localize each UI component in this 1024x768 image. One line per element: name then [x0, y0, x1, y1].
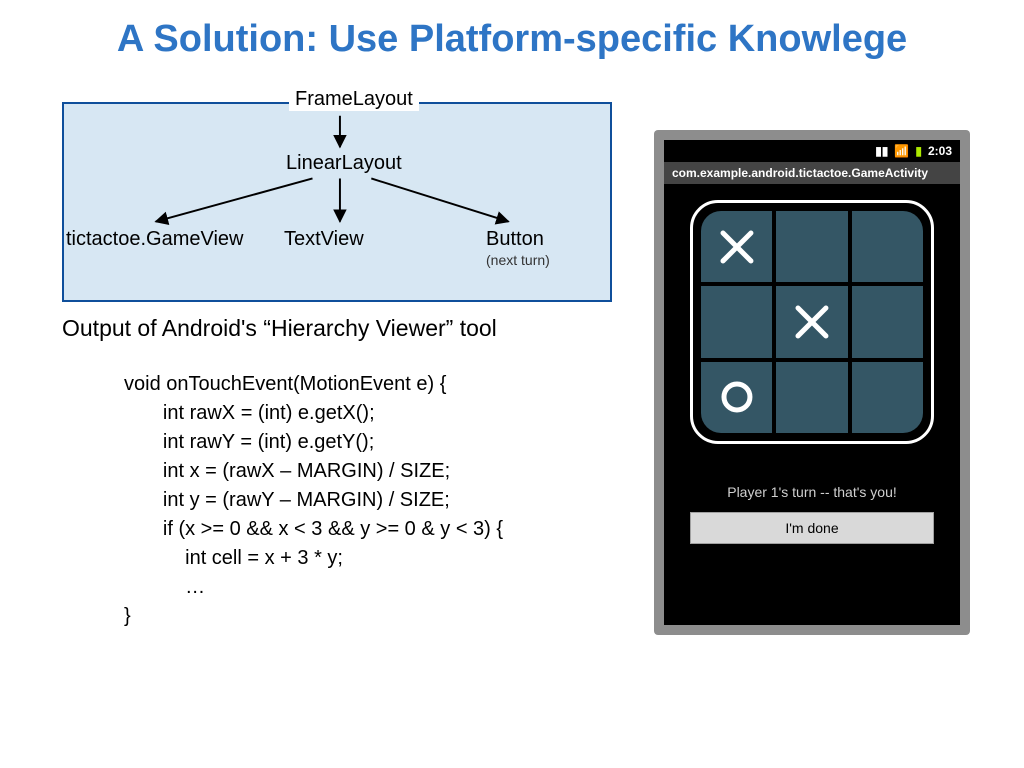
- signal-icon: 📶: [894, 144, 909, 158]
- cell-1-0[interactable]: [701, 286, 772, 357]
- status-time: 2:03: [928, 144, 952, 158]
- code-snippet: void onTouchEvent(MotionEvent e) { int r…: [124, 370, 503, 631]
- node-linearlayout: LinearLayout: [286, 152, 402, 175]
- cell-1-1[interactable]: [776, 286, 847, 357]
- hierarchy-diagram: FrameLayout LinearLayout tictactoe.GameV…: [62, 102, 612, 302]
- cell-2-1[interactable]: [776, 362, 847, 433]
- x-icon: [717, 227, 757, 267]
- hierarchy-caption: Output of Android's “Hierarchy Viewer” t…: [62, 315, 497, 342]
- node-button-sub: (next turn): [486, 252, 550, 268]
- cell-0-1[interactable]: [776, 211, 847, 282]
- o-icon: [717, 377, 757, 417]
- x-icon: [792, 302, 832, 342]
- cell-0-0[interactable]: [701, 211, 772, 282]
- status-bar: ▮▮ 📶 ▮ 2:03: [664, 140, 960, 162]
- node-gameview: tictactoe.GameView: [66, 228, 244, 251]
- cell-2-2[interactable]: [852, 362, 923, 433]
- cell-2-0[interactable]: [701, 362, 772, 433]
- slide-title: A Solution: Use Platform-specific Knowle…: [0, 18, 1024, 61]
- tictactoe-board: [690, 200, 934, 444]
- done-button[interactable]: I'm done: [690, 512, 934, 544]
- cell-1-2[interactable]: [852, 286, 923, 357]
- activity-title-bar: com.example.android.tictactoe.GameActivi…: [664, 162, 960, 184]
- node-textview: TextView: [284, 228, 364, 251]
- network-icon: ▮▮: [875, 144, 888, 158]
- cell-0-2[interactable]: [852, 211, 923, 282]
- node-button: Button: [486, 228, 544, 251]
- battery-icon: ▮: [915, 144, 922, 158]
- activity-title: com.example.android.tictactoe.GameActivi…: [672, 166, 928, 180]
- turn-label: Player 1's turn -- that's you!: [664, 484, 960, 500]
- node-framelayout: FrameLayout: [289, 88, 419, 111]
- phone-frame: ▮▮ 📶 ▮ 2:03 com.example.android.tictacto…: [654, 130, 970, 635]
- phone-screen: ▮▮ 📶 ▮ 2:03 com.example.android.tictacto…: [664, 140, 960, 625]
